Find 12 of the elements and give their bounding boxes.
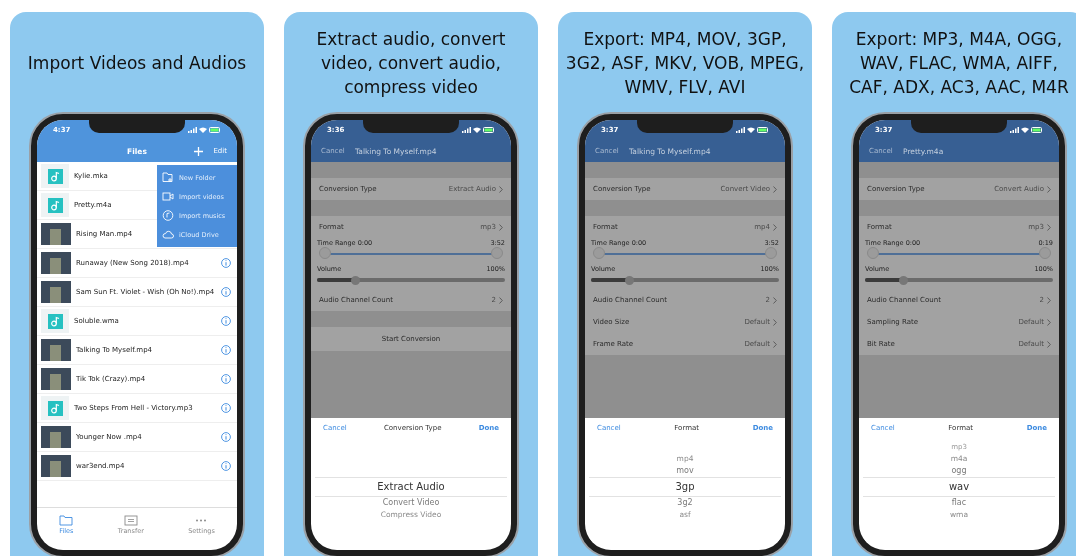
picker-option[interactable]: mov	[676, 465, 694, 477]
caption: Extract audio, convert video, convert audio, compress video	[315, 28, 507, 99]
picker-option[interactable]: flac	[951, 497, 967, 509]
picker-option[interactable]: ogg	[951, 465, 967, 477]
caption: Export: MP3, M4A, OGG, WAV, FLAC, WMA, AIFF, CAF, ADX, AC3, AAC, M4R	[848, 28, 1070, 99]
caption: Import Videos and Audios	[27, 52, 247, 75]
picker-option[interactable]: 3g2	[677, 497, 693, 509]
picker-option[interactable]: Extract Audio	[377, 479, 445, 495]
picker-option[interactable]: wav	[948, 479, 970, 495]
picker-option[interactable]: Convert Video	[382, 497, 440, 509]
picker-option[interactable]: 3gp	[675, 479, 695, 495]
caption: Export: MP4, MOV, 3GP, 3G2, ASF, MKV, VOB, MPEG, WMV, FLV, AVI	[564, 28, 806, 99]
